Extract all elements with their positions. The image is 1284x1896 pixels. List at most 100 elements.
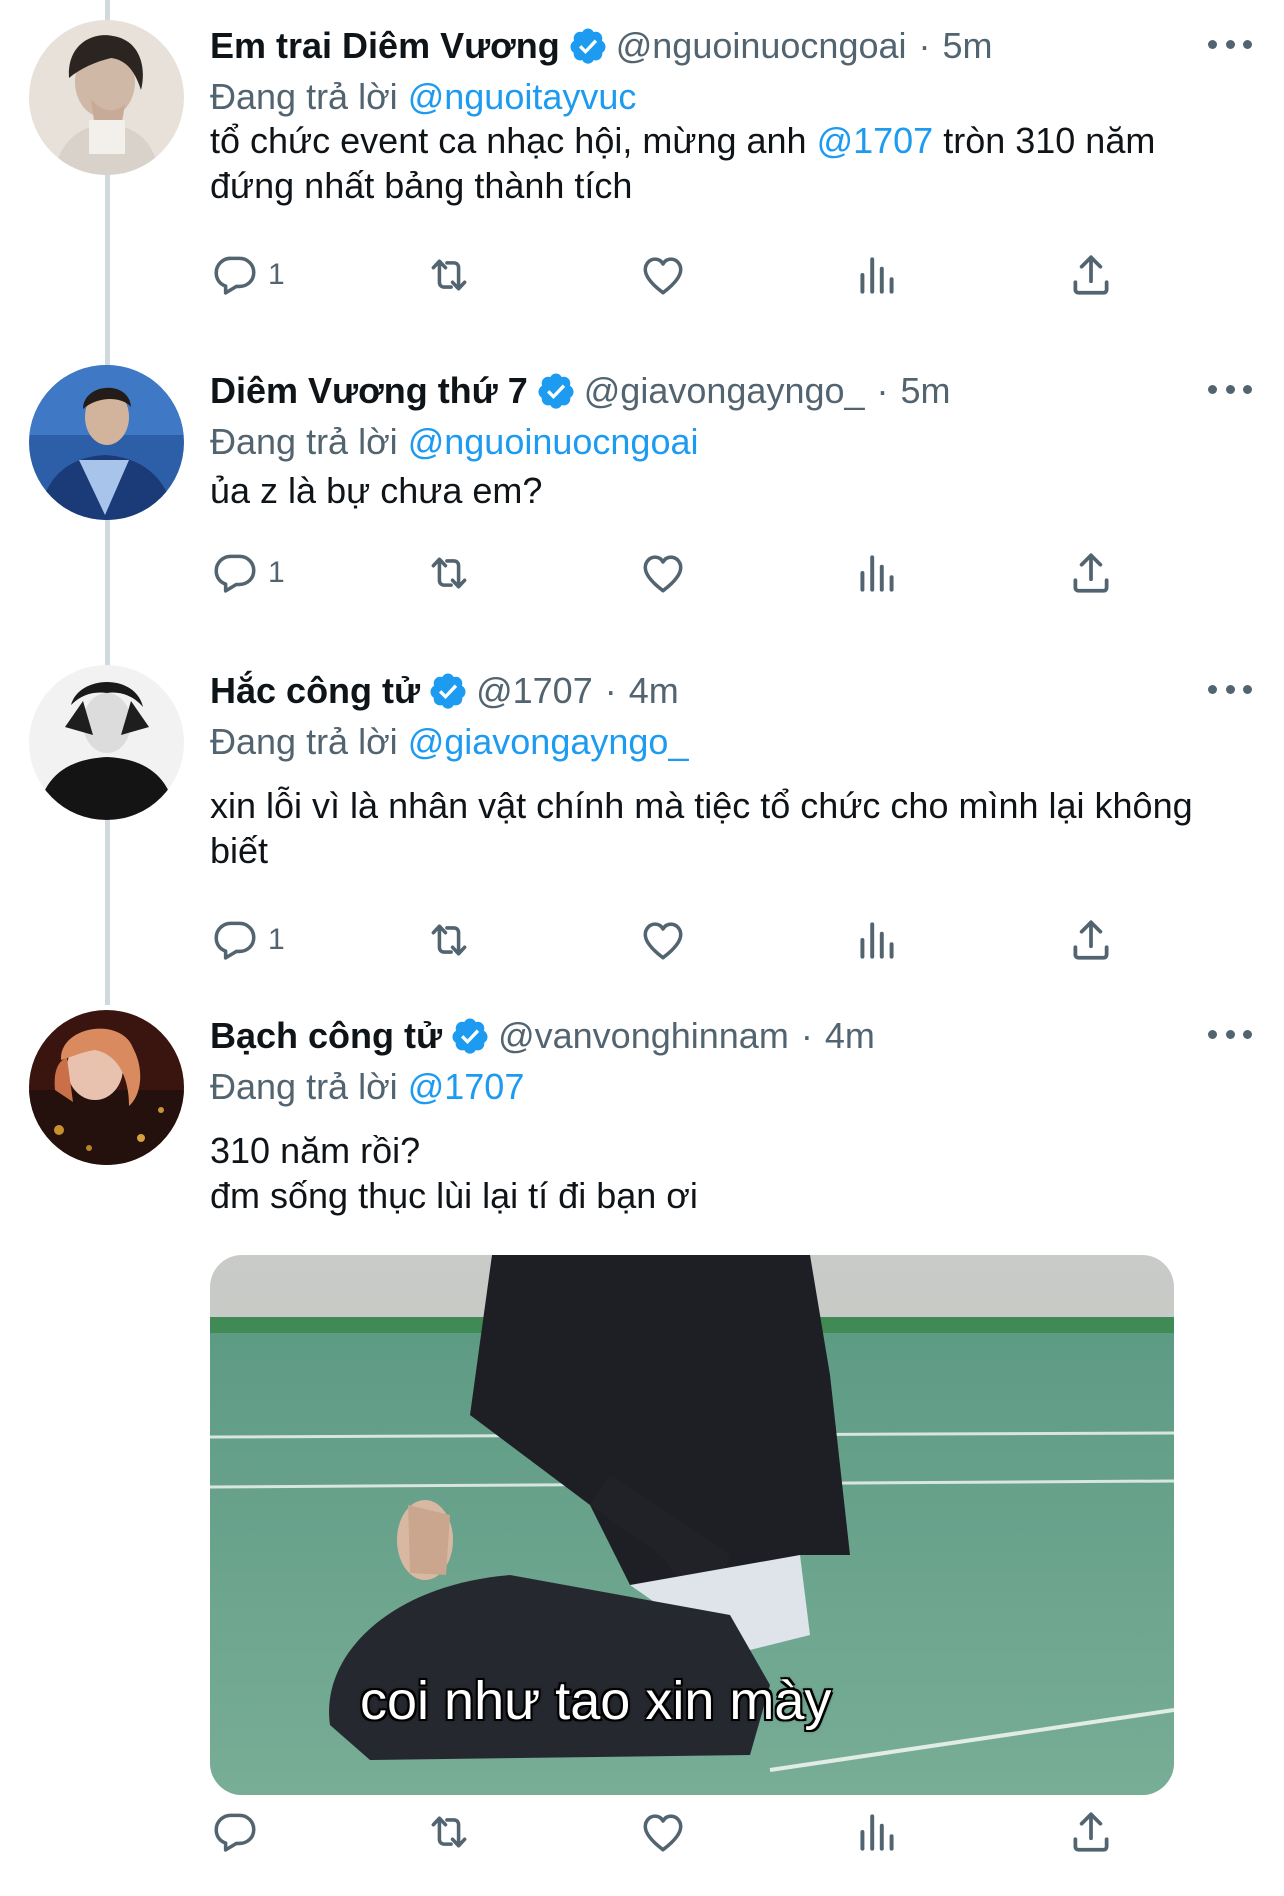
more-dots-icon[interactable]	[1208, 379, 1252, 399]
tweet-media-image[interactable]: coi như tao xin mày	[210, 1255, 1174, 1795]
more-dots-icon[interactable]	[1208, 679, 1252, 699]
separator-dot: ·	[918, 25, 931, 66]
display-name[interactable]: Bạch công tử	[210, 1015, 442, 1057]
like-button[interactable]	[638, 245, 688, 305]
tweet[interactable]: Diêm Vương thứ 7 @giavongayngo_ · 5m Đan…	[0, 365, 1284, 645]
user-handle[interactable]: @giavongayngo_	[584, 370, 865, 412]
reply-mention-link[interactable]: @nguoinuocngoai	[408, 421, 699, 462]
tweet-text: 310 năm rồi? đm sống thục lùi lại tí đi …	[210, 1128, 1230, 1218]
reply-context: Đang trả lời @nguoinuocngoai	[210, 421, 698, 463]
reply-button[interactable]: 1	[210, 543, 285, 603]
timestamp[interactable]: 5m	[943, 25, 993, 67]
retweet-button[interactable]	[424, 543, 474, 603]
avatar[interactable]	[29, 365, 184, 520]
reply-bubble-icon	[210, 548, 260, 598]
avatar[interactable]	[29, 665, 184, 820]
separator-dot: ·	[604, 670, 617, 711]
reply-button[interactable]: 1	[210, 245, 285, 305]
verified-badge-icon	[536, 371, 576, 411]
tweet-text: tổ chức event ca nhạc hội, mừng anh @170…	[210, 118, 1230, 208]
more-dots-icon[interactable]	[1208, 1024, 1252, 1044]
analytics-button[interactable]	[852, 910, 902, 970]
user-handle[interactable]: @nguoinuocngoai	[616, 25, 907, 67]
retweet-icon	[424, 250, 474, 300]
reply-label: Đang trả lời	[210, 721, 398, 762]
tweet-text-line: đm sống thục lùi lại tí đi bạn ơi	[210, 1175, 698, 1216]
tweet-text: ủa z là bự chưa em?	[210, 470, 543, 511]
timestamp[interactable]: 5m	[901, 370, 951, 412]
share-upload-icon	[1066, 250, 1116, 300]
analytics-button[interactable]	[852, 245, 902, 305]
user-handle[interactable]: @vanvonghinnam	[498, 1015, 789, 1057]
retweet-icon	[424, 1807, 474, 1857]
heart-icon	[638, 1807, 688, 1857]
retweet-button[interactable]	[424, 245, 474, 305]
reply-mention-link[interactable]: @1707	[408, 1066, 525, 1107]
analytics-bars-icon	[852, 250, 902, 300]
tweet-timeline: Em trai Diêm Vương @nguoinuocngoai · 5m …	[0, 0, 1284, 1896]
share-button[interactable]	[1066, 910, 1116, 970]
timestamp[interactable]: 4m	[629, 670, 679, 712]
media-caption-text: coi như tao xin mày	[360, 1671, 832, 1731]
reply-mention-link[interactable]: @nguoitayvuc	[408, 76, 637, 117]
separator-dot: ·	[800, 1015, 813, 1056]
verified-badge-icon	[568, 26, 608, 66]
reply-mention-link[interactable]: @giavongayngo_	[408, 721, 689, 762]
tweet-actions: 1	[210, 245, 1140, 305]
tweet-actions: 1	[210, 543, 1140, 603]
reply-bubble-icon	[210, 915, 260, 965]
analytics-button[interactable]	[852, 543, 902, 603]
tweet-actions: 1	[210, 910, 1140, 970]
tweet-header: Diêm Vương thứ 7 @giavongayngo_ · 5m	[210, 365, 1204, 417]
timestamp[interactable]: 4m	[825, 1015, 875, 1057]
avatar[interactable]	[29, 1010, 184, 1165]
reply-context: Đang trả lời @giavongayngo_	[210, 721, 688, 763]
analytics-bars-icon	[852, 548, 902, 598]
reply-button[interactable]: 1	[210, 910, 285, 970]
like-button[interactable]	[638, 910, 688, 970]
retweet-icon	[424, 915, 474, 965]
reply-bubble-icon	[210, 1807, 260, 1857]
heart-icon	[638, 250, 688, 300]
verified-badge-icon	[428, 671, 468, 711]
reply-label: Đang trả lời	[210, 76, 398, 117]
share-upload-icon	[1066, 548, 1116, 598]
tweet[interactable]: Em trai Diêm Vương @nguoinuocngoai · 5m …	[0, 20, 1284, 340]
verified-badge-icon	[450, 1016, 490, 1056]
user-handle[interactable]: @1707	[476, 670, 593, 712]
reply-button[interactable]	[210, 1802, 268, 1862]
tweet-header: Em trai Diêm Vương @nguoinuocngoai · 5m	[210, 20, 1204, 72]
avatar[interactable]	[29, 20, 184, 175]
retweet-icon	[424, 548, 474, 598]
tweet-text: xin lỗi vì là nhân vật chính mà tiệc tổ …	[210, 785, 1193, 871]
separator-dot: ·	[876, 370, 889, 411]
mention-link[interactable]: @1707	[817, 120, 934, 161]
tweet-text-part: tổ chức event ca nhạc hội, mừng anh	[210, 120, 817, 161]
more-dots-icon[interactable]	[1208, 34, 1252, 54]
share-button[interactable]	[1066, 1802, 1116, 1862]
tweet[interactable]: Bạch công tử @vanvonghinnam · 4m Đang tr…	[0, 1010, 1284, 1896]
share-button[interactable]	[1066, 245, 1116, 305]
reply-label: Đang trả lời	[210, 1066, 398, 1107]
share-upload-icon	[1066, 1807, 1116, 1857]
analytics-button[interactable]	[852, 1802, 902, 1862]
display-name[interactable]: Diêm Vương thứ 7	[210, 370, 528, 412]
reply-label: Đang trả lời	[210, 421, 398, 462]
retweet-button[interactable]	[424, 910, 474, 970]
share-upload-icon	[1066, 915, 1116, 965]
like-button[interactable]	[638, 1802, 688, 1862]
tweet-text-line: 310 năm rồi?	[210, 1130, 421, 1171]
retweet-button[interactable]	[424, 1802, 474, 1862]
tweet-header: Hắc công tử @1707 · 4m	[210, 665, 1204, 717]
like-button[interactable]	[638, 543, 688, 603]
tweet[interactable]: Hắc công tử @1707 · 4m Đang trả lời @gia…	[0, 665, 1284, 985]
display-name[interactable]: Em trai Diêm Vương	[210, 25, 560, 67]
reply-count: 1	[268, 258, 285, 291]
reply-bubble-icon	[210, 250, 260, 300]
reply-context: Đang trả lời @1707	[210, 1066, 524, 1108]
reply-count: 1	[268, 923, 285, 956]
display-name[interactable]: Hắc công tử	[210, 670, 420, 712]
heart-icon	[638, 915, 688, 965]
analytics-bars-icon	[852, 1807, 902, 1857]
share-button[interactable]	[1066, 543, 1116, 603]
